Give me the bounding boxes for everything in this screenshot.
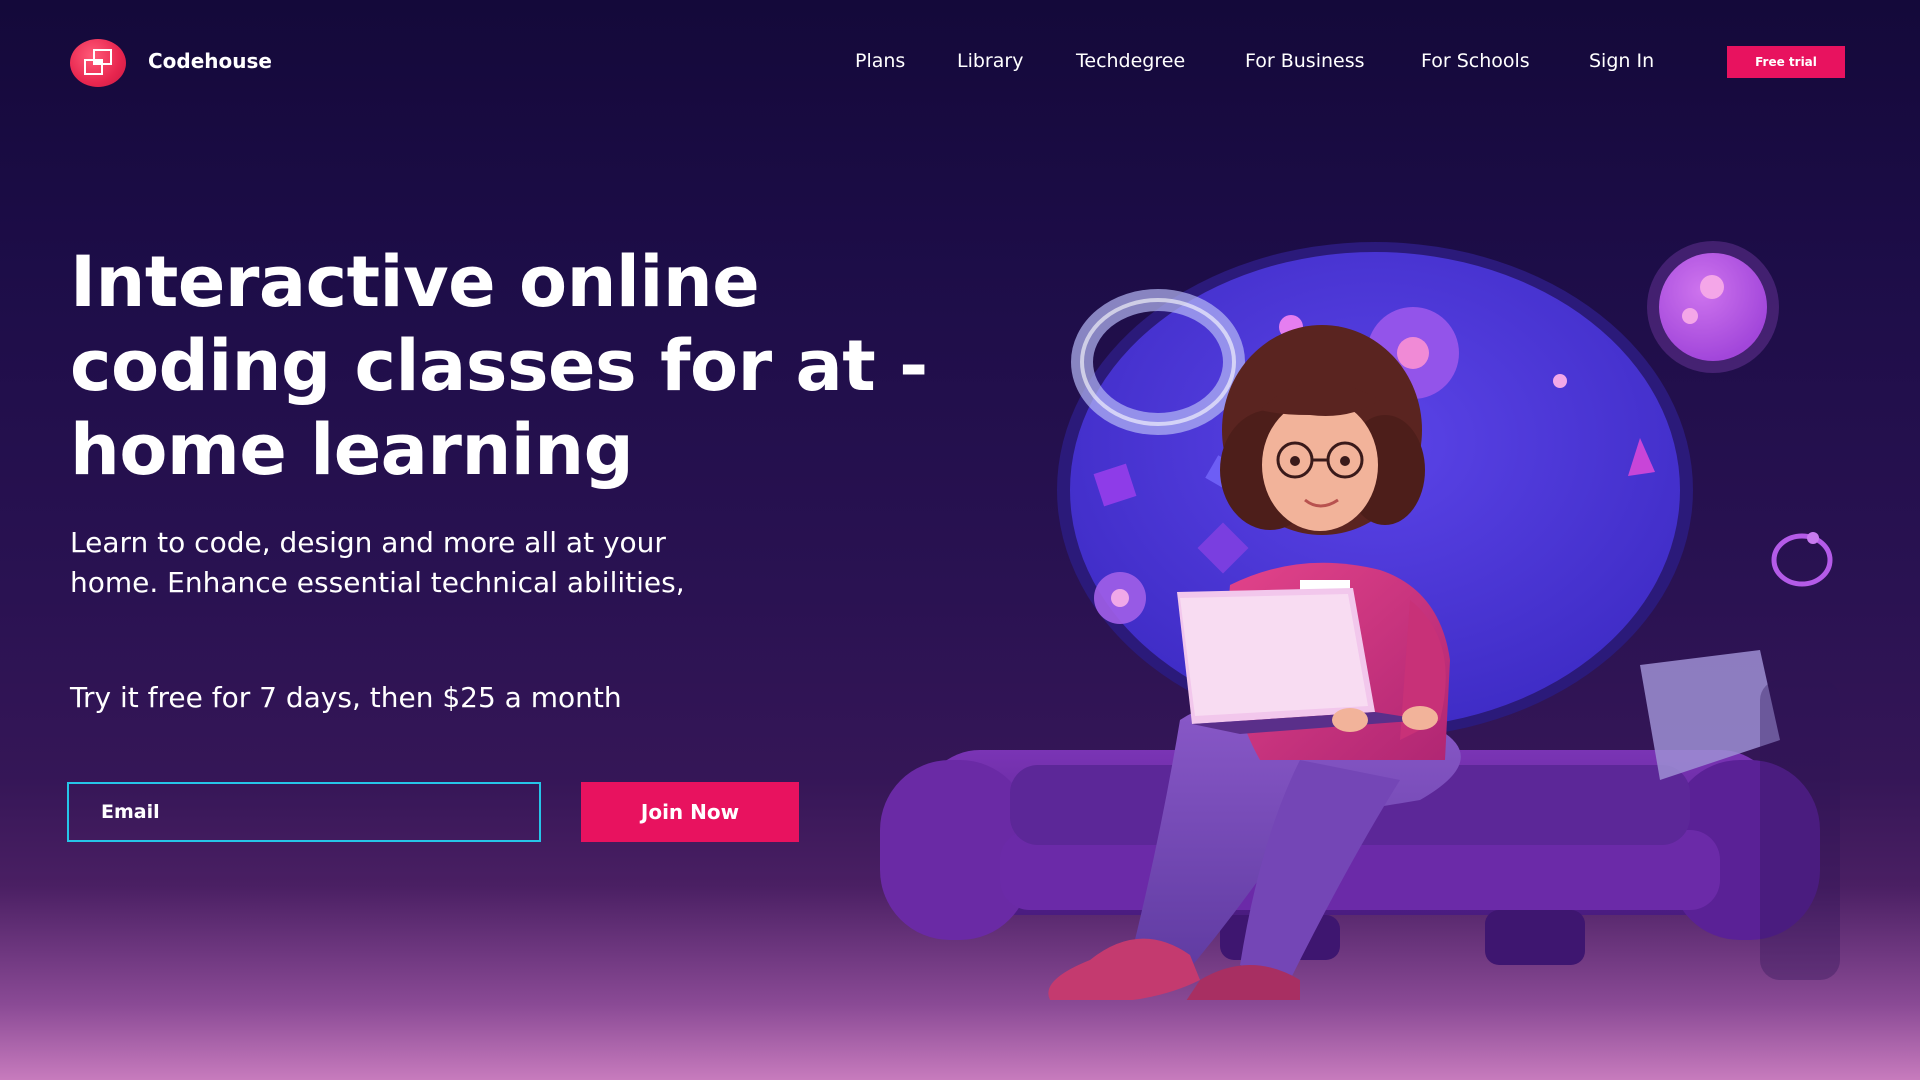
- logo-icon: [70, 39, 126, 87]
- nav-item-for-business[interactable]: For Business: [1245, 50, 1365, 72]
- top-navigation: Codehouse Plans Library Techdegree For B…: [0, 0, 1920, 125]
- hero-title: Interactive online coding classes for at…: [70, 241, 928, 491]
- join-now-button[interactable]: Join Now: [581, 782, 799, 842]
- brand-name[interactable]: Codehouse: [148, 49, 272, 73]
- email-field[interactable]: [67, 782, 541, 842]
- pricing-text: Try it free for 7 days, then $25 a month: [70, 681, 622, 714]
- hero-subtitle: Learn to code, design and more all at yo…: [70, 526, 685, 599]
- free-trial-button[interactable]: Free trial: [1727, 46, 1845, 78]
- nav-item-plans[interactable]: Plans: [855, 50, 905, 72]
- hero-illustration: [880, 220, 1880, 1014]
- nav-item-library[interactable]: Library: [957, 50, 1023, 72]
- nav-item-techdegree[interactable]: Techdegree: [1076, 50, 1185, 72]
- nav-item-for-schools[interactable]: For Schools: [1421, 50, 1530, 72]
- nav-item-sign-in[interactable]: Sign In: [1589, 50, 1654, 72]
- logo[interactable]: [70, 39, 126, 87]
